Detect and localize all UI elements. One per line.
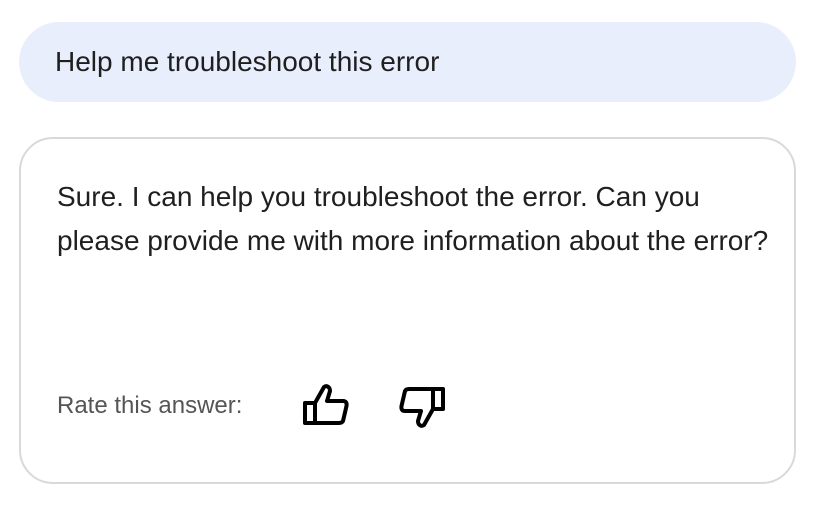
assistant-message-text: Sure. I can help you troubleshoot the er…: [57, 181, 769, 256]
thumbs-down-icon: [399, 387, 445, 428]
thumbs-down-button[interactable]: [395, 379, 449, 433]
rating-row: Rate this answer:: [57, 379, 445, 433]
thumbs-up-button[interactable]: [299, 379, 353, 433]
user-message-text: Help me troubleshoot this error: [55, 46, 440, 77]
user-message-bubble: Help me troubleshoot this error: [19, 22, 796, 102]
chat-page: Help me troubleshoot this error Sure. I …: [0, 0, 822, 508]
thumbs-up-icon: [303, 384, 349, 425]
assistant-answer-card: Sure. I can help you troubleshoot the er…: [19, 137, 796, 484]
rate-answer-label: Rate this answer:: [57, 392, 243, 419]
